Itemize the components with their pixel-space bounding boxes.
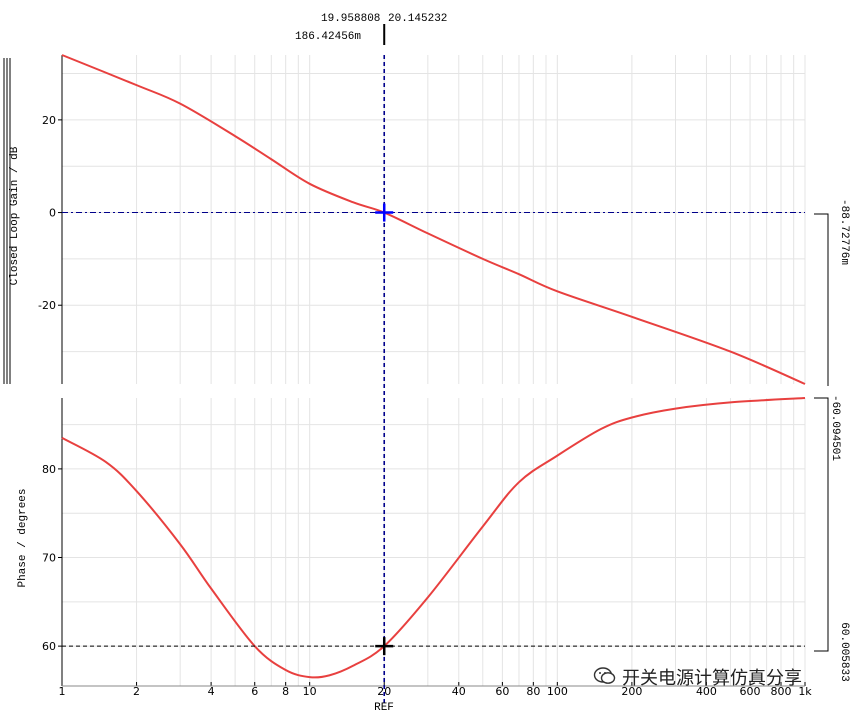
- gain-series-line: [61, 54, 806, 385]
- x-axis-label: REF: [374, 702, 394, 713]
- cursor-readout-x: 19.958808: [321, 13, 380, 25]
- cursor-readout-y: 20.145232: [388, 13, 447, 25]
- right-phase-readout-bottom: 60.005833: [838, 622, 850, 681]
- right-gain-bracket: [814, 213, 829, 386]
- right-phase-readout-top: -60.094501: [829, 395, 841, 461]
- cursor-layer[interactable]: [62, 24, 805, 706]
- x-tick-label: 2: [133, 685, 140, 698]
- watermark-text: 开关电源计算仿真分享: [622, 668, 802, 689]
- x-tick-label: 4: [208, 685, 215, 698]
- x-tick-label: 10: [303, 685, 317, 698]
- x-tick-label: 80: [526, 685, 540, 698]
- gain-y-tick-label: 20: [42, 114, 56, 127]
- labels-layer: 19.958808 20.145232 186.42456m Closed Lo…: [9, 13, 850, 713]
- phase-panel: 8070601 2 4 6 8 10 20 40 60 80 100 200 400 600 800 1k: [42, 213, 829, 698]
- cursor-readout-dx: 186.42456m: [295, 31, 361, 43]
- phase-y-tick-label: 60: [42, 640, 56, 653]
- x-tick-label: 100: [547, 685, 568, 698]
- bode-plot: 200-20 8070601 2 4 6 8 10 20 40 60 80 100 200 400 600…: [3, 13, 850, 713]
- x-tick-label: 40: [452, 685, 466, 698]
- x-tick-label: 1: [59, 685, 66, 698]
- phase-y-tick-label: 70: [42, 552, 56, 565]
- phase-y-axis-label: Phase / degrees: [17, 488, 29, 587]
- gain-panel: 20 0 -20: [3, 54, 806, 385]
- right-gain-readout: -88.72776m: [838, 199, 850, 265]
- gain-y-tick-label: 0: [49, 207, 56, 220]
- x-tick-label: 6: [251, 685, 258, 698]
- x-tick-label: 60: [495, 685, 509, 698]
- phase-series-line: [61, 397, 806, 679]
- phase-y-tick-label: 80: [42, 463, 56, 476]
- wechat-icon: [593, 664, 617, 688]
- x-tick-label: 8: [282, 685, 289, 698]
- gain-y-tick-label: -20: [38, 299, 56, 312]
- right-phase-bracket: [814, 397, 829, 652]
- gain-y-axis-label: Closed Loop Gain / dB: [9, 146, 21, 285]
